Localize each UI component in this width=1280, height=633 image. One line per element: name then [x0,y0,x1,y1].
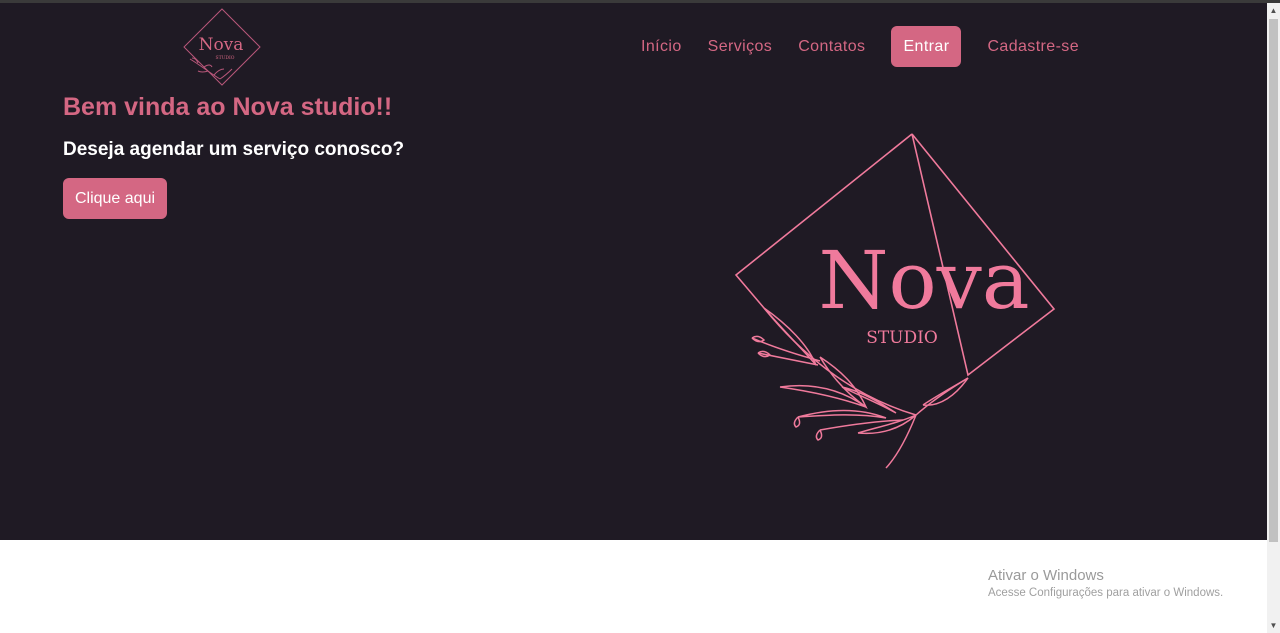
nav-link-inicio[interactable]: Início [628,26,695,67]
hero-subtitle: Deseja agendar um serviço conosco? [63,139,405,160]
main-nav: Início Serviços Contatos Entrar Cadastre… [628,26,1092,67]
nav-link-servicos[interactable]: Serviços [695,26,786,67]
leaf-branch-icon [189,57,233,80]
scrollbar-thumb[interactable] [1269,19,1278,542]
scroll-down-arrow-icon[interactable]: ▼ [1267,619,1280,632]
scroll-up-arrow-icon[interactable]: ▲ [1267,4,1280,17]
logo-small-wordmark: Nova [199,35,244,55]
logo-large-wordmark: Nova [818,234,1029,327]
login-button[interactable]: Entrar [891,26,962,67]
hero-title: Bem vinda ao Nova studio!! [63,93,393,121]
logo-small-tagline: STUDIO [216,55,235,61]
nova-logo-large: Nova STUDIO [734,133,1056,469]
signup-link[interactable]: Cadastre-se [974,26,1092,67]
nav-link-contatos[interactable]: Contatos [785,26,878,67]
windows-activation-subtitle: Acesse Configurações para ativar o Windo… [988,587,1224,599]
windows-activation-title: Ativar o Windows [988,567,1104,584]
nova-logo-small[interactable]: Nova STUDIO [178,3,266,89]
logo-large-tagline: STUDIO [866,328,938,348]
schedule-cta-button[interactable]: Clique aqui [63,178,167,219]
